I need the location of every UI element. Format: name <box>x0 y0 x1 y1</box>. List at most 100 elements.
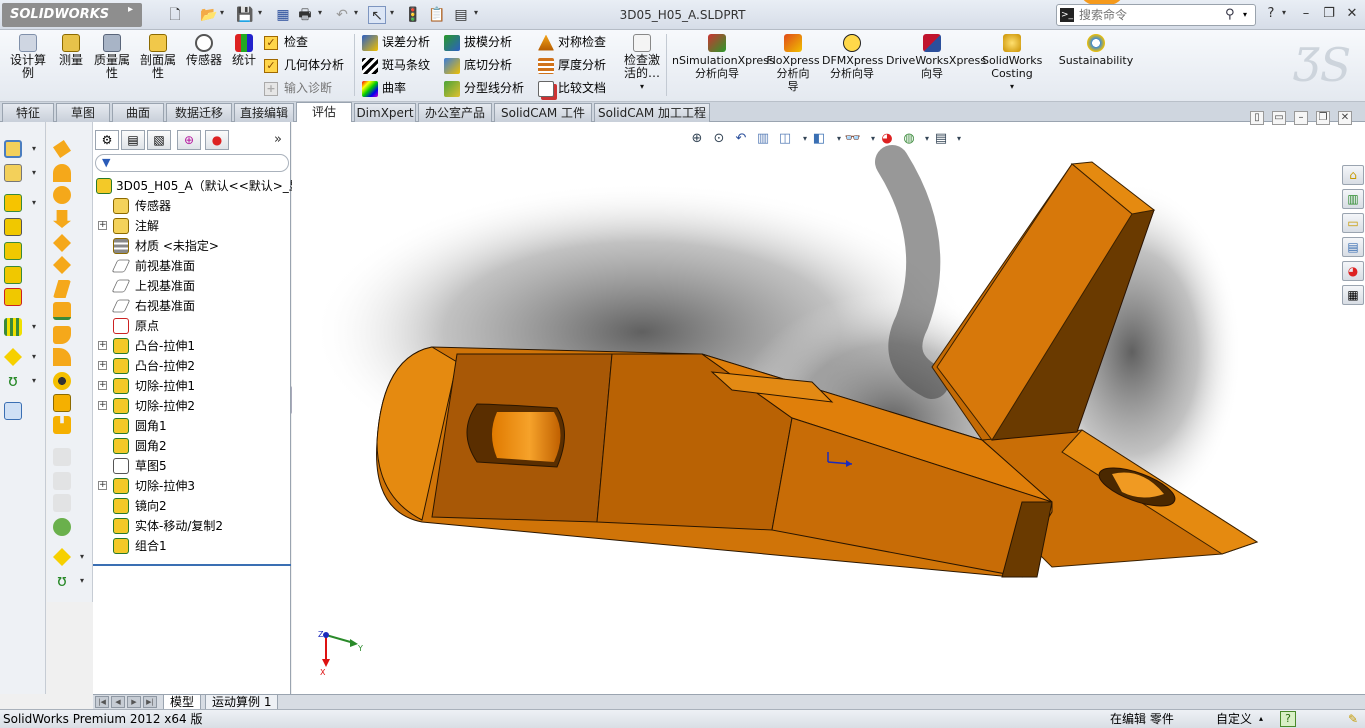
property-manager-tab-icon[interactable]: ▤ <box>121 130 145 150</box>
pattern-icon[interactable] <box>4 318 22 336</box>
section-view-icon[interactable]: ▥ <box>754 130 772 148</box>
options-dropdown-icon[interactable]: ▾ <box>474 8 478 17</box>
print-preview-icon[interactable]: ▦ <box>274 6 292 24</box>
select-icon[interactable]: ↖ <box>368 6 386 24</box>
lofted-cut-icon[interactable] <box>53 210 71 228</box>
rebuild-icon[interactable]: 🚦 <box>404 6 422 24</box>
dropdown-icon[interactable]: ▾ <box>32 198 36 207</box>
edit-appearance-icon[interactable]: ◕ <box>878 130 896 148</box>
new-file-icon[interactable]: 🗋 <box>166 6 184 24</box>
tree-item[interactable]: + 凸台-拉伸2 <box>93 356 291 376</box>
hide-show-items-icon[interactable]: 👓 <box>844 130 862 148</box>
tree-item[interactable]: 圆角2 <box>93 436 291 456</box>
dropdown-icon[interactable]: ▾ <box>32 144 36 153</box>
undercut-analysis-button[interactable]: 底切分析 <box>444 55 512 75</box>
dropdown-icon[interactable]: ▾ <box>80 576 84 585</box>
boundary-cut-icon[interactable] <box>53 234 71 252</box>
rib-icon[interactable] <box>53 348 71 366</box>
sweep-icon[interactable] <box>4 218 22 236</box>
zoom-to-fit-icon[interactable]: ⊕ <box>688 130 706 148</box>
viewport-tile-icon[interactable]: ▭ <box>1272 111 1286 125</box>
restore-icon[interactable]: ❐ <box>1320 5 1338 23</box>
next-tab-icon[interactable]: ▶ <box>127 696 141 708</box>
parting-line-analysis-button[interactable]: 分型线分析 <box>444 78 524 98</box>
file-properties-icon[interactable]: 📋 <box>428 6 446 24</box>
undo-dropdown-icon[interactable]: ▾ <box>354 8 358 17</box>
expand-icon[interactable]: + <box>98 361 107 370</box>
reference-geometry-icon[interactable] <box>4 348 22 366</box>
tree-item[interactable]: + 切除-拉伸3 <box>93 476 291 496</box>
undo-icon[interactable]: ↶ <box>333 6 351 24</box>
open-dropdown-icon[interactable]: ▾ <box>220 8 224 17</box>
dome-icon[interactable] <box>53 472 71 490</box>
measure-button[interactable]: 测量 <box>56 34 86 67</box>
swept-cut-icon[interactable] <box>53 186 71 204</box>
dropdown-icon[interactable]: ▾ <box>32 168 36 177</box>
check-active-dropdown-icon[interactable]: ▾ <box>620 80 664 93</box>
first-tab-icon[interactable]: |◀ <box>95 696 109 708</box>
viewport-minimize-icon[interactable]: – <box>1294 111 1308 125</box>
statistics-button[interactable]: 统计 <box>229 34 259 67</box>
tree-item[interactable]: 实体-移动/复制2 <box>93 516 291 536</box>
view-settings-dropdown-icon[interactable]: ▾ <box>950 130 968 148</box>
print-icon[interactable]: 🖶 <box>296 6 314 24</box>
close-icon[interactable]: ✕ <box>1343 5 1361 23</box>
part-model[interactable] <box>292 122 1365 694</box>
chamfer-icon[interactable] <box>53 326 71 344</box>
tree-item[interactable]: 材质 <未指定> <box>93 236 291 256</box>
tab-office-products[interactable]: 办公室产品 <box>418 103 492 122</box>
check-active-document-button[interactable]: 检查激 活的… ▾ <box>620 34 664 93</box>
design-study-button[interactable]: 设计算 例 <box>6 34 50 80</box>
dfmxpress-button[interactable]: DFMXpress 分析向导 <box>822 34 883 80</box>
save-dropdown-icon[interactable]: ▾ <box>258 8 262 17</box>
tree-item[interactable]: + 切除-拉伸1 <box>93 376 291 396</box>
unit-dropdown-icon[interactable]: ▴ <box>1259 710 1263 728</box>
minimize-icon[interactable]: – <box>1297 5 1315 23</box>
custom-properties-icon[interactable]: ▦ <box>1342 285 1364 305</box>
view-orientation-icon[interactable]: ◫ <box>776 130 794 148</box>
apply-scene-icon[interactable]: ◍ <box>900 130 918 148</box>
expand-icon[interactable]: + <box>98 481 107 490</box>
tab-features[interactable]: 特征 <box>2 103 54 122</box>
viewport-split-icon[interactable]: ▯ <box>1250 111 1264 125</box>
tree-item[interactable]: 圆角1 <box>93 416 291 436</box>
zoom-to-area-icon[interactable]: ⊙ <box>710 130 728 148</box>
extruded-cut-icon[interactable] <box>53 140 71 158</box>
mass-properties-button[interactable]: 质量属 性 <box>92 34 132 80</box>
fillet-icon[interactable] <box>53 302 71 320</box>
draft-analysis-button[interactable]: 拔模分析 <box>444 32 512 52</box>
previous-tab-icon[interactable]: ◀ <box>111 696 125 708</box>
rebuild-status-icon[interactable]: ✎ <box>1345 711 1361 727</box>
configuration-manager-tab-icon[interactable]: ▧ <box>147 130 171 150</box>
rollback-bar[interactable] <box>93 564 291 566</box>
quick-tips-icon[interactable]: ? <box>1280 711 1296 727</box>
costing-dropdown-icon[interactable]: ▾ <box>982 80 1042 93</box>
dropdown-icon[interactable]: ▾ <box>32 352 36 361</box>
tab-direct-editing[interactable]: 直接编辑 <box>234 103 294 122</box>
tab-model[interactable]: 模型 <box>163 695 202 710</box>
reference-geometry-icon[interactable] <box>53 548 71 566</box>
expand-icon[interactable]: + <box>98 221 107 230</box>
tree-item[interactable]: + 凸台-拉伸1 <box>93 336 291 356</box>
previous-view-icon[interactable]: ↶ <box>732 130 750 148</box>
solidworks-logo[interactable]: SOLIDWORKS <box>2 3 142 27</box>
dropdown-icon[interactable]: ▾ <box>32 322 36 331</box>
tree-item[interactable]: 右视基准面 <box>93 296 291 316</box>
tree-item[interactable]: 组合1 <box>93 536 291 556</box>
expand-panel-icon[interactable]: » <box>274 132 282 147</box>
save-icon[interactable]: 💾 <box>236 6 254 24</box>
flex-icon[interactable] <box>53 494 71 512</box>
view-settings-icon[interactable]: ▤ <box>932 130 950 148</box>
appearances-scenes-icon[interactable]: ◕ <box>1342 261 1364 281</box>
tree-item[interactable]: 前视基准面 <box>93 256 291 276</box>
curves-icon[interactable]: ʊ <box>53 572 71 590</box>
tab-sketch[interactable]: 草图 <box>56 103 110 122</box>
expand-icon[interactable]: + <box>98 381 107 390</box>
solidworks-resources-icon[interactable]: ⌂ <box>1342 165 1364 185</box>
help-icon[interactable]: ? <box>1262 5 1280 23</box>
search-dropdown-icon[interactable]: ▾ <box>1243 10 1247 19</box>
tree-item[interactable]: 草图5 <box>93 456 291 476</box>
tree-item[interactable]: + 注解 <box>93 216 291 236</box>
print-dropdown-icon[interactable]: ▾ <box>318 8 322 17</box>
intersect-icon[interactable] <box>53 448 71 466</box>
